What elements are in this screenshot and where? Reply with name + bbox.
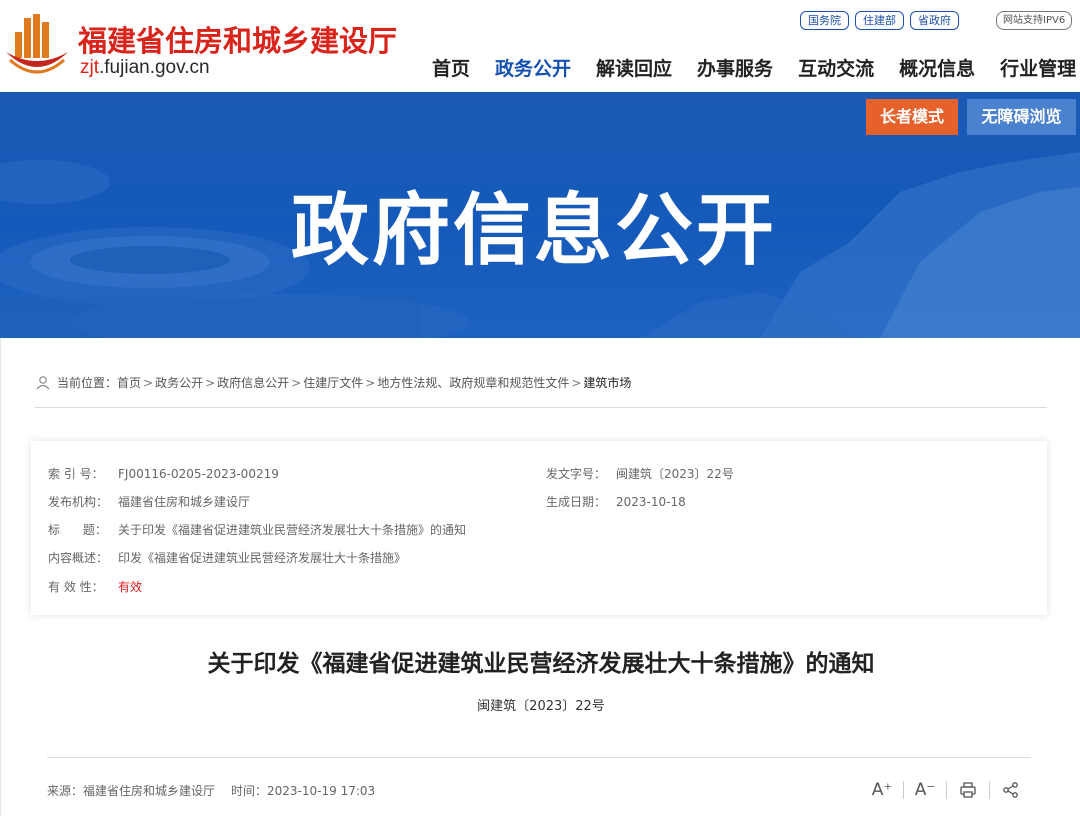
banner-title-text: 政府信息公开 [290, 186, 777, 276]
domain-rest: .fujian.gov.cn [99, 57, 210, 78]
breadcrumb-regulations[interactable]: 地方性法规、政府规章和规范性文件 [377, 374, 569, 391]
nav-services[interactable]: 办事服务 [697, 54, 773, 81]
breadcrumb-separator: > [143, 375, 154, 390]
meta-title-label: 标 题： [48, 523, 107, 537]
breadcrumb-separator: > [291, 375, 302, 390]
nav-overview[interactable]: 概况信息 [899, 54, 975, 81]
nav-industry[interactable]: 行业管理 [1000, 54, 1076, 81]
banner-title: 政府信息公开 [0, 168, 1080, 280]
nav-interpretation[interactable]: 解读回应 [596, 54, 672, 81]
meta-docno-row: 发文字号： 闽建筑〔2023〕22号 [546, 465, 734, 482]
tool-divider [903, 781, 904, 799]
link-province-gov[interactable]: 省政府 [910, 11, 959, 30]
location-person-icon [36, 375, 50, 389]
article-time: 时间：2023-10-19 17:03 [231, 784, 376, 798]
font-increase-icon[interactable]: A⁺ [869, 779, 895, 801]
article-number: 闽建筑〔2023〕22号 [477, 699, 605, 714]
link-mohurd[interactable]: 住建部 [855, 11, 904, 30]
article-title: 关于印发《福建省促进建筑业民营经济发展壮大十条措施》的通知 [207, 651, 875, 677]
site-domain: zjt.fujian.gov.cn [80, 57, 210, 79]
tool-divider [946, 781, 947, 799]
breadcrumb-gov-info[interactable]: 政府信息公开 [217, 374, 289, 391]
main-nav: 首页 政务公开 解读回应 办事服务 互动交流 概况信息 行业管理 [432, 54, 1076, 81]
meta-index-row: 索 引 号： FJ00116-0205-2023-00219 [48, 465, 279, 482]
meta-summary-row: 内容概述： 印发《福建省促进建筑业民营经济发展壮大十条措施》 [48, 549, 406, 566]
breadcrumb-separator: > [205, 375, 216, 390]
share-icon[interactable] [998, 779, 1024, 801]
meta-docno-value: 闽建筑〔2023〕22号 [616, 467, 734, 481]
meta-publisher-label: 发布机构： [48, 495, 109, 509]
font-decrease-icon[interactable]: A⁻ [912, 779, 938, 801]
breadcrumb-separator: > [571, 375, 582, 390]
breadcrumb-gov-affairs[interactable]: 政务公开 [155, 374, 203, 391]
nav-gov-affairs[interactable]: 政务公开 [495, 54, 571, 81]
site-name[interactable]: 福建省住房和城乡建设厅 [78, 18, 397, 60]
ipv6-badge: 网站支持IPV6 [996, 11, 1073, 30]
breadcrumb-dept-docs[interactable]: 住建厅文件 [303, 374, 363, 391]
main-content: 当前位置： 首页 > 政务公开 > 政府信息公开 > 住建厅文件 > 地方性法规… [0, 338, 1080, 816]
tool-divider [989, 781, 990, 799]
print-icon[interactable] [955, 779, 981, 801]
breadcrumb: 当前位置： 首页 > 政务公开 > 政府信息公开 > 住建厅文件 > 地方性法规… [35, 374, 631, 391]
meta-index-label: 索 引 号： [48, 467, 104, 481]
meta-date-row: 生成日期： 2023-10-18 [546, 493, 686, 510]
meta-title-row: 标 题： 关于印发《福建省促进建筑业民营经济发展壮大十条措施》的通知 [48, 521, 466, 538]
breadcrumb-separator: > [365, 375, 376, 390]
meta-docno-label: 发文字号： [546, 467, 607, 481]
meta-date-value: 2023-10-18 [616, 495, 686, 509]
site-header: 福建省住房和城乡建设厅 zjt.fujian.gov.cn 国务院 住建部 省政… [0, 0, 1080, 92]
link-state-council[interactable]: 国务院 [800, 11, 849, 30]
accessibility-button[interactable]: 无障碍浏览 [967, 99, 1076, 135]
domain-main: zjt [80, 57, 99, 78]
nav-interaction[interactable]: 互动交流 [798, 54, 874, 81]
top-links: 国务院 住建部 省政府 [800, 11, 959, 30]
meta-validity-row: 有 效 性： 有效 [48, 578, 142, 595]
meta-index-value: FJ00116-0205-2023-00219 [118, 467, 279, 481]
breadcrumb-home[interactable]: 首页 [117, 374, 141, 391]
breadcrumb-current[interactable]: 建筑市场 [583, 374, 631, 391]
meta-publisher-row: 发布机构： 福建省住房和城乡建设厅 [48, 493, 250, 510]
meta-validity-label: 有 效 性： [48, 580, 104, 594]
document-metadata-box: 索 引 号： FJ00116-0205-2023-00219 发文字号： 闽建筑〔2… [31, 441, 1047, 615]
meta-summary-value: 印发《福建省促进建筑业民营经济发展壮大十条措施》 [118, 551, 407, 565]
meta-date-label: 生成日期： [546, 495, 607, 509]
breadcrumb-divider [35, 407, 1047, 408]
meta-validity-value: 有效 [118, 580, 143, 594]
banner: 长者模式 无障碍浏览 政府信息公开 [0, 92, 1080, 338]
article-divider [47, 757, 1031, 758]
source-line: 来源：福建省住房和城乡建设厅 时间：2023-10-19 17:03 [47, 782, 375, 799]
meta-title-value: 关于印发《福建省促进建筑业民营经济发展壮大十条措施》的通知 [118, 523, 467, 537]
article-tools: A⁺ A⁻ [869, 779, 1024, 801]
article-source: 来源：福建省住房和城乡建设厅 [47, 784, 216, 798]
meta-publisher-value: 福建省住房和城乡建设厅 [118, 495, 251, 509]
breadcrumb-prefix: 当前位置： [57, 376, 118, 390]
elder-mode-button[interactable]: 长者模式 [866, 99, 958, 135]
meta-summary-label: 内容概述： [48, 551, 109, 565]
nav-home[interactable]: 首页 [432, 54, 470, 81]
site-logo-icon[interactable] [4, 12, 70, 76]
